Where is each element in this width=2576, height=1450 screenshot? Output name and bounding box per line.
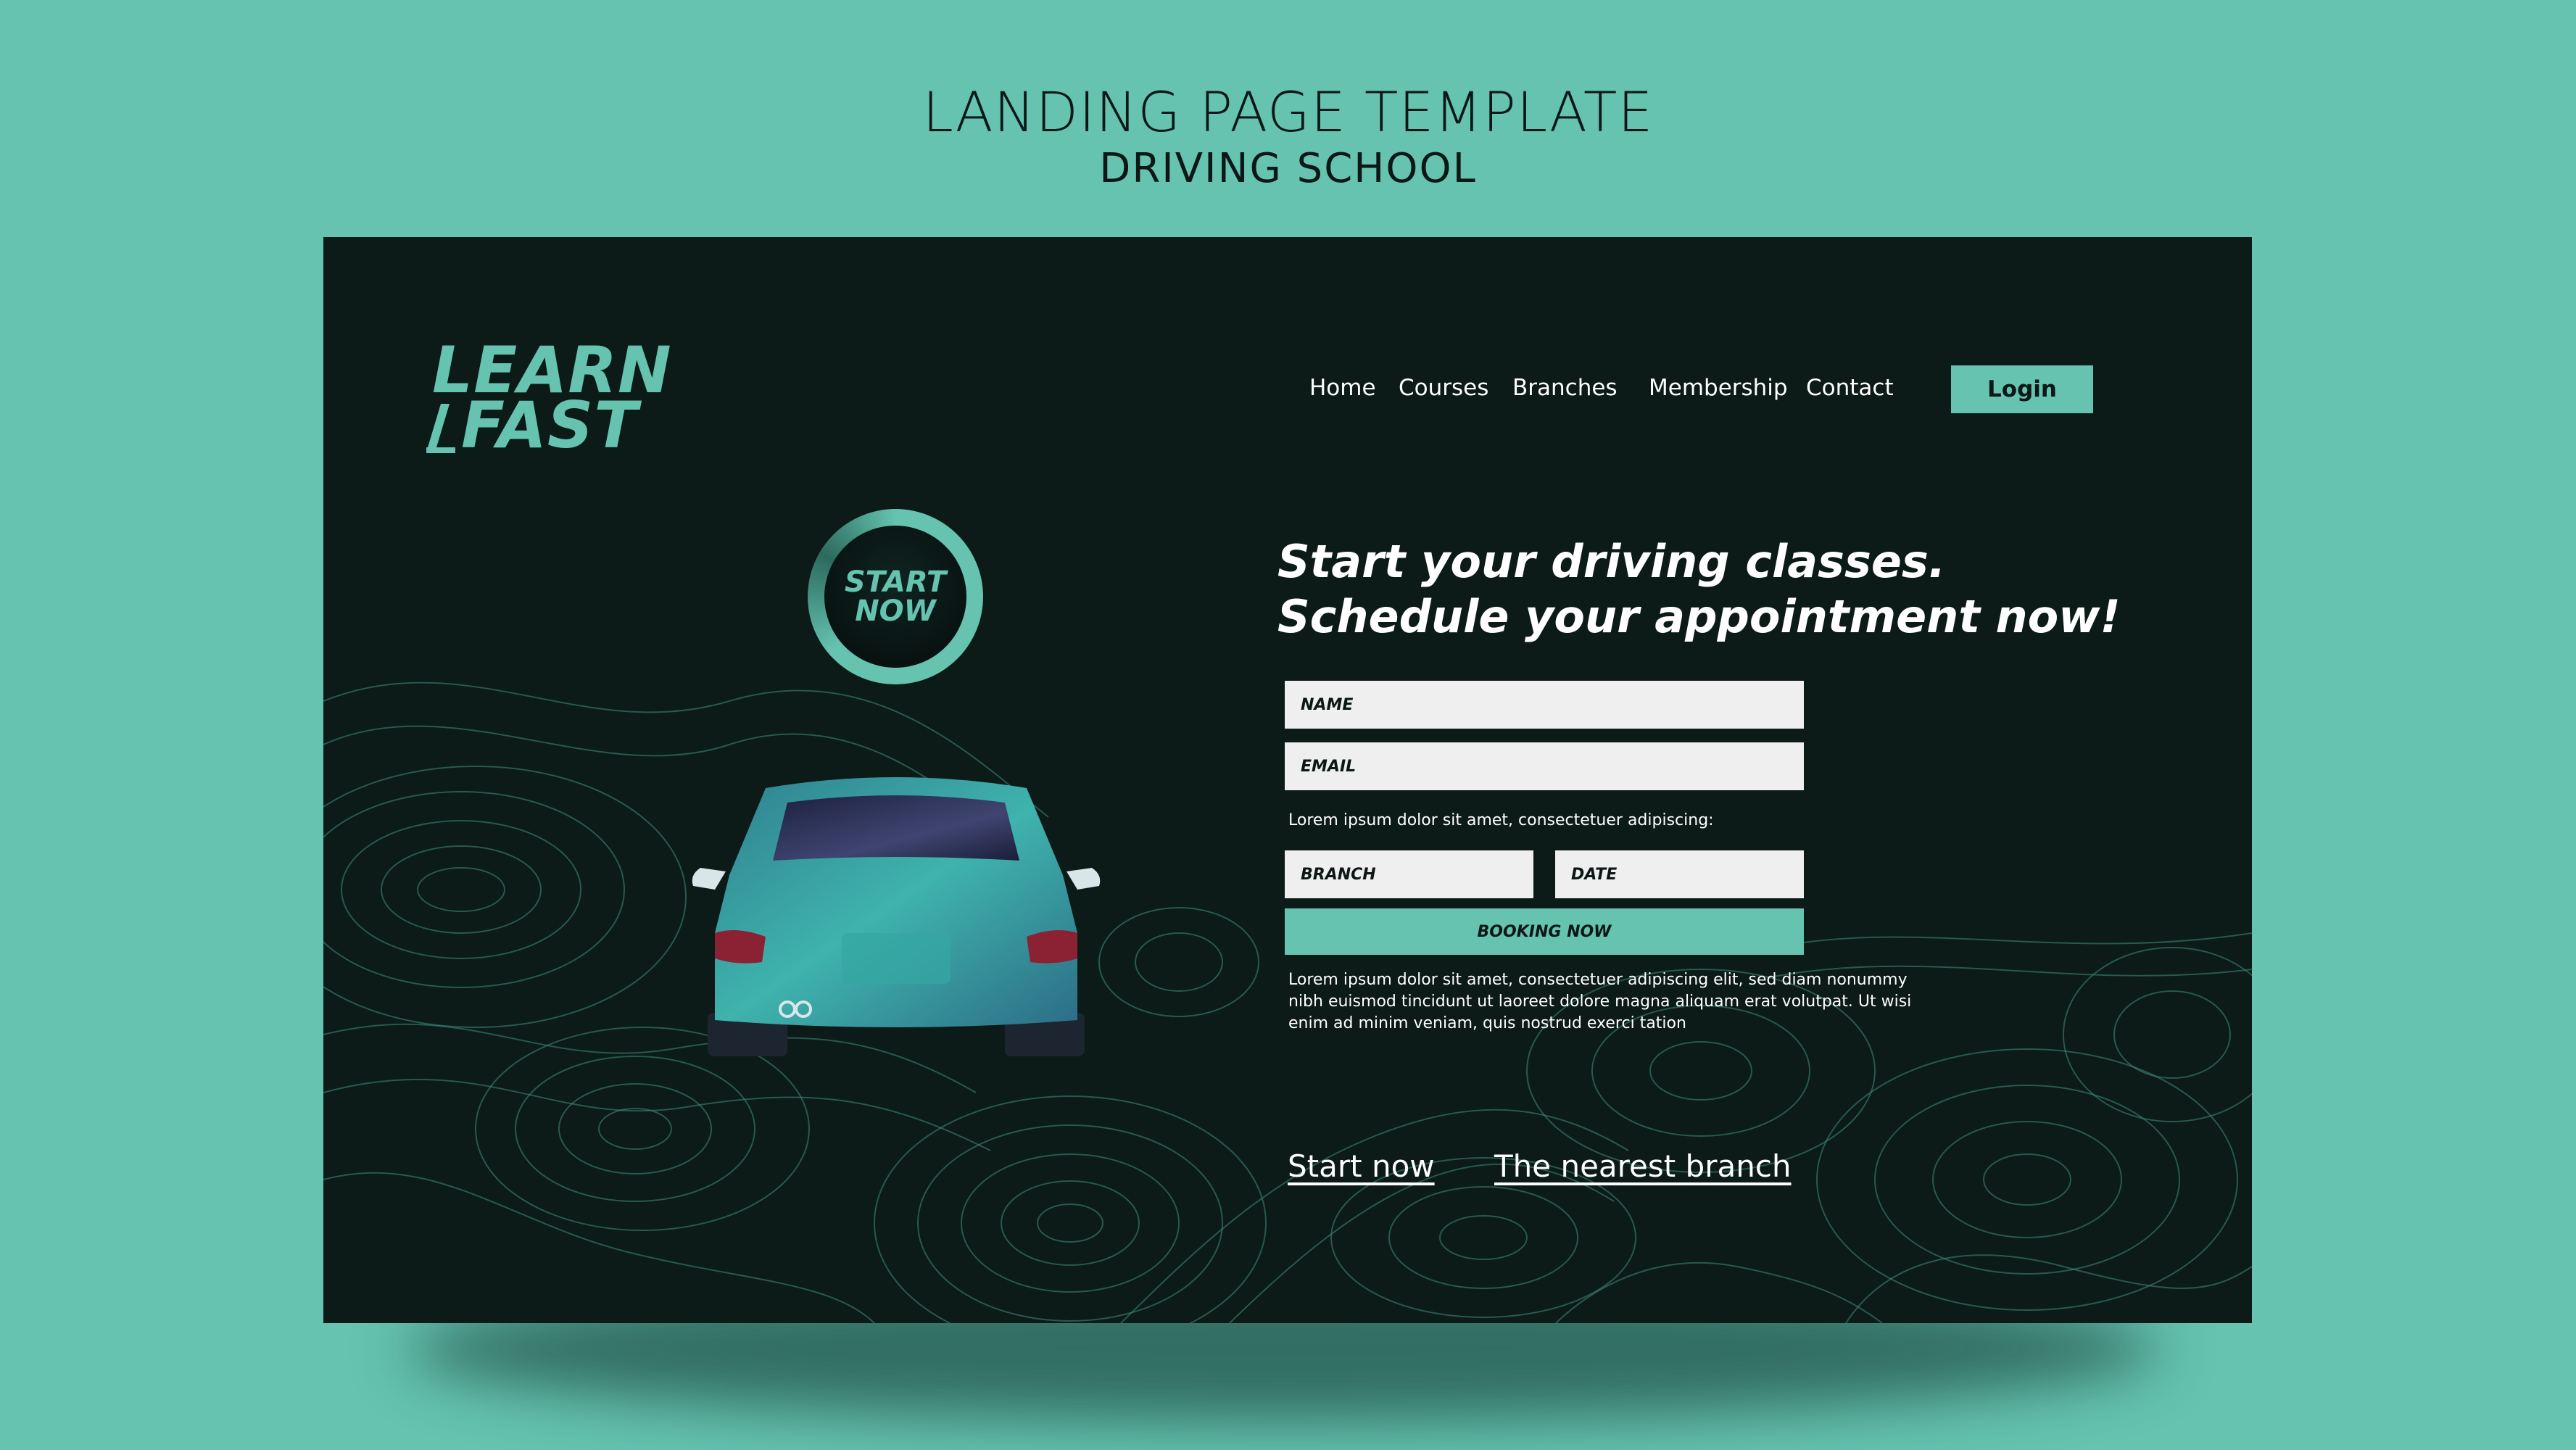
start-badge-line1: START xyxy=(844,566,947,599)
template-title: LANDING PAGE TEMPLATE xyxy=(922,80,1654,144)
start-now-badge[interactable]: START NOW xyxy=(808,509,983,684)
nav-membership[interactable]: Membership xyxy=(1649,375,1788,401)
learn-fast-logo[interactable]: LEARN FAST xyxy=(425,339,671,469)
hero-headline: Start your driving classes. Schedule you… xyxy=(1277,534,2121,645)
nearest-branch-link[interactable]: The nearest branch xyxy=(1494,1148,1792,1184)
nav-branches[interactable]: Branches xyxy=(1512,375,1618,401)
branch-field[interactable] xyxy=(1285,850,1533,898)
nav-contact[interactable]: Contact xyxy=(1806,375,1894,401)
booking-now-button[interactable]: BOOKING NOW xyxy=(1285,908,1804,955)
logo-text-line2: FAST xyxy=(461,388,639,463)
nav-home[interactable]: Home xyxy=(1309,375,1376,401)
start-badge-line2: NOW xyxy=(855,594,936,628)
template-subtitle: DRIVING SCHOOL xyxy=(1099,145,1477,192)
start-now-link[interactable]: Start now xyxy=(1288,1148,1435,1184)
hero-headline-line1: Start your driving classes. xyxy=(1277,535,1946,588)
form-note: Lorem ipsum dolor sit amet, consectetuer… xyxy=(1288,811,1714,829)
hero-headline-line2: Schedule your appointment now! xyxy=(1277,590,2121,643)
email-field[interactable] xyxy=(1285,742,1804,790)
main-nav: Home Courses Branches Membership Contact xyxy=(1266,375,1918,418)
form-description: Lorem ipsum dolor sit amet, consectetuer… xyxy=(1288,971,1912,1032)
login-button[interactable]: Login xyxy=(1951,365,2093,413)
date-field[interactable] xyxy=(1555,850,1804,898)
landing-page: LEARN FAST Home Courses Branches Members… xyxy=(323,237,2252,1323)
start-now-badge-inner: START NOW xyxy=(824,526,966,668)
nav-courses[interactable]: Courses xyxy=(1399,375,1488,401)
name-field[interactable] xyxy=(1285,681,1804,729)
car-illustration xyxy=(692,777,1101,1056)
